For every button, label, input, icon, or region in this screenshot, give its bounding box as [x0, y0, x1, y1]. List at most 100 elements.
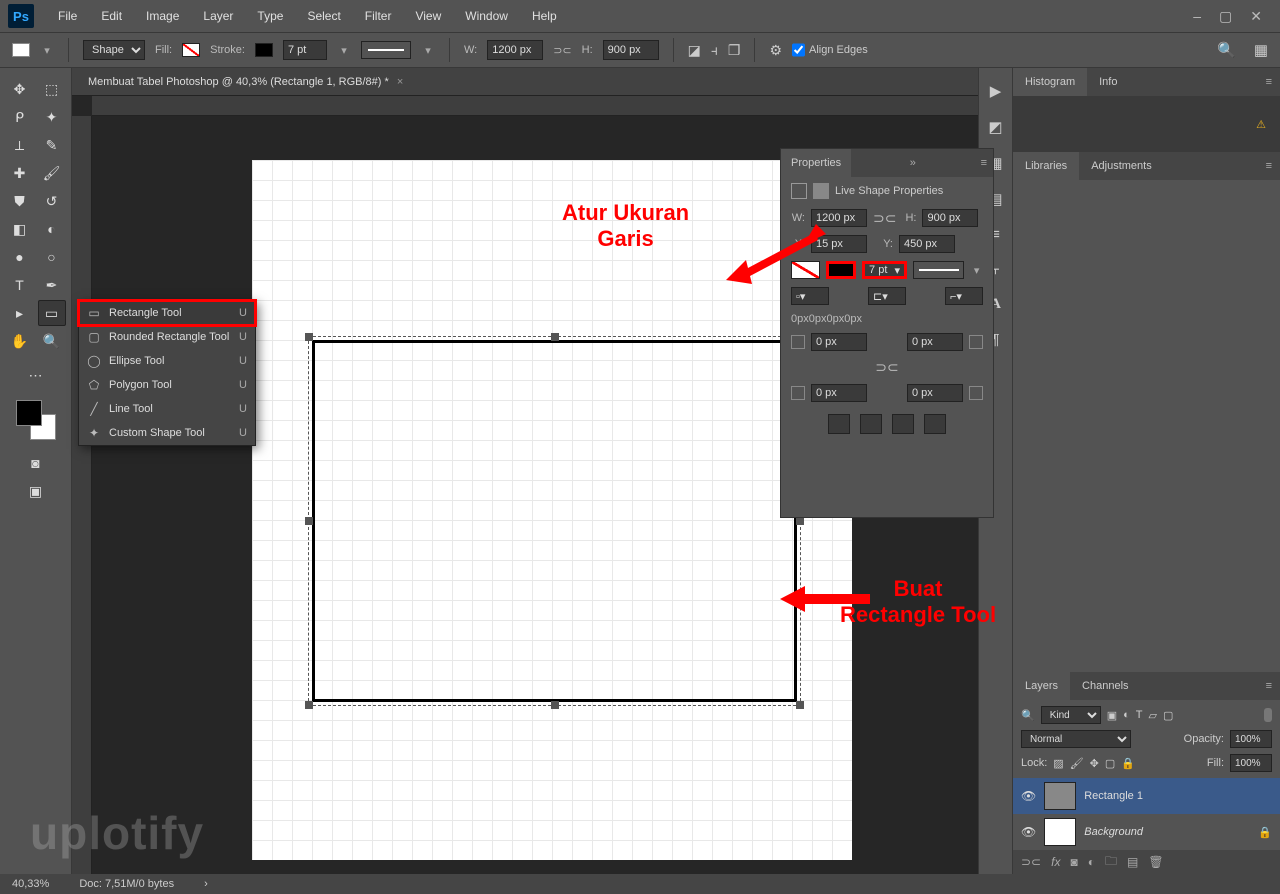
- wand-tool[interactable]: ✦: [38, 104, 66, 130]
- hand-tool[interactable]: ✋: [6, 328, 34, 354]
- flyout-polygon[interactable]: ⬠Polygon ToolU: [79, 373, 255, 397]
- pathop-exclude[interactable]: [924, 414, 946, 434]
- healing-tool[interactable]: ✚: [6, 160, 34, 186]
- flyout-custom-shape[interactable]: ✦Custom Shape ToolU: [79, 421, 255, 445]
- properties-panel[interactable]: Properties » ≡ Live Shape Properties W: …: [780, 148, 994, 518]
- type-tool[interactable]: T: [6, 272, 34, 298]
- filter-smart-icon[interactable]: ▢: [1163, 709, 1173, 722]
- pathop-intersect[interactable]: [892, 414, 914, 434]
- stamp-tool[interactable]: ⛊: [6, 188, 34, 214]
- link-wh-icon[interactable]: ⊃⊂: [553, 44, 571, 57]
- pathop-combine[interactable]: [828, 414, 850, 434]
- menu-help[interactable]: Help: [522, 5, 567, 27]
- prop-stroke-style[interactable]: [913, 261, 964, 279]
- tool-preset-icon[interactable]: [12, 43, 30, 57]
- corner-tr[interactable]: [907, 333, 963, 351]
- menu-type[interactable]: Type: [247, 5, 293, 27]
- brush-tool[interactable]: 🖌: [38, 160, 66, 186]
- panel-menu-icon[interactable]: ≡: [1258, 680, 1280, 692]
- history-brush-tool[interactable]: ↺: [38, 188, 66, 214]
- layer-filter-select[interactable]: Kind: [1041, 706, 1101, 724]
- gradient-tool[interactable]: ◐: [38, 216, 66, 242]
- menu-image[interactable]: Image: [136, 5, 189, 27]
- flyout-ellipse[interactable]: ◯Ellipse ToolU: [79, 349, 255, 373]
- adjustments-tab[interactable]: Adjustments: [1079, 152, 1164, 180]
- close-tab-icon[interactable]: ×: [397, 76, 403, 88]
- menu-layer[interactable]: Layer: [193, 5, 243, 27]
- close-button[interactable]: ✕: [1250, 8, 1262, 25]
- flyout-line[interactable]: ╱Line ToolU: [79, 397, 255, 421]
- stroke-caps[interactable]: ⊏▾: [868, 287, 906, 305]
- play-icon[interactable]: ▶: [990, 82, 1002, 100]
- corner-tl[interactable]: [811, 333, 867, 351]
- align-icon[interactable]: ⫞: [711, 42, 718, 59]
- group-icon[interactable]: 🗀: [1105, 852, 1117, 873]
- maximize-button[interactable]: ▢: [1219, 8, 1232, 25]
- filter-toggle[interactable]: [1264, 708, 1272, 722]
- shape-tool[interactable]: ▭: [38, 300, 66, 326]
- layer-item-background[interactable]: 👁 Background 🔒: [1013, 814, 1280, 850]
- menu-edit[interactable]: Edit: [91, 5, 132, 27]
- fill-swatch[interactable]: [182, 43, 200, 57]
- pen-tool[interactable]: ✒: [38, 272, 66, 298]
- menu-select[interactable]: Select: [297, 5, 350, 27]
- height-input[interactable]: [603, 40, 659, 60]
- prop-height-input[interactable]: [922, 209, 978, 227]
- link-corners-icon[interactable]: ⊃⊂: [875, 359, 898, 376]
- visibility-icon[interactable]: 👁: [1021, 825, 1036, 839]
- corner-bl[interactable]: [811, 384, 867, 402]
- filter-type-icon[interactable]: T: [1136, 709, 1143, 721]
- menu-window[interactable]: Window: [455, 5, 518, 27]
- eyedropper-tool[interactable]: ✎: [38, 132, 66, 158]
- menu-file[interactable]: File: [48, 5, 87, 27]
- link-icon[interactable]: ⊃⊂: [873, 210, 896, 227]
- menu-view[interactable]: View: [405, 5, 451, 27]
- crop-tool[interactable]: ⟂: [6, 132, 34, 158]
- pathop-subtract[interactable]: [860, 414, 882, 434]
- stroke-swatch[interactable]: [255, 43, 273, 57]
- zoom-tool[interactable]: 🔍: [38, 328, 66, 354]
- fill-opacity-input[interactable]: [1230, 754, 1272, 772]
- align-edges-checkbox[interactable]: [792, 40, 805, 60]
- path-select-tool[interactable]: ▸: [6, 300, 34, 326]
- adjustment-layer-icon[interactable]: ◐: [1088, 855, 1095, 869]
- stroke-corners[interactable]: ⌐▾: [945, 287, 983, 305]
- status-chevron[interactable]: ›: [204, 878, 208, 890]
- filter-adjust-icon[interactable]: ◐: [1123, 709, 1130, 721]
- menu-filter[interactable]: Filter: [355, 5, 402, 27]
- delete-layer-icon[interactable]: 🗑: [1148, 855, 1163, 869]
- move-tool[interactable]: ✥: [6, 76, 34, 102]
- panel-menu-icon[interactable]: ≡: [975, 157, 993, 169]
- path-ops-icon[interactable]: ◪: [688, 42, 701, 59]
- channels-tab[interactable]: Channels: [1070, 672, 1140, 700]
- lock-artboard-icon[interactable]: ▢: [1105, 757, 1115, 770]
- arrange-icon[interactable]: ❐: [728, 42, 741, 59]
- corner-br[interactable]: [907, 384, 963, 402]
- histogram-tab[interactable]: Histogram: [1013, 68, 1087, 96]
- collapse-icon[interactable]: »: [904, 157, 922, 169]
- libraries-tab[interactable]: Libraries: [1013, 152, 1079, 180]
- lock-position-icon[interactable]: ✥: [1090, 757, 1099, 770]
- dodge-tool[interactable]: ○: [38, 244, 66, 270]
- layers-tab[interactable]: Layers: [1013, 672, 1070, 700]
- gear-icon[interactable]: ⚙: [769, 42, 782, 59]
- flyout-rectangle[interactable]: ▭Rectangle ToolU: [79, 301, 255, 325]
- shape-mode-select[interactable]: Shape: [83, 40, 145, 60]
- marquee-tool[interactable]: ⬚: [38, 76, 66, 102]
- filter-image-icon[interactable]: ▣: [1107, 709, 1117, 722]
- zoom-level[interactable]: 40,33%: [12, 878, 49, 890]
- visibility-icon[interactable]: 👁: [1021, 789, 1036, 803]
- properties-tab[interactable]: Properties: [781, 149, 851, 177]
- link-layers-icon[interactable]: ⊃⊂: [1021, 855, 1041, 869]
- stroke-style-sample[interactable]: [361, 41, 411, 59]
- blur-tool[interactable]: ●: [6, 244, 34, 270]
- screen-mode[interactable]: ▣: [22, 478, 50, 504]
- stroke-width-input[interactable]: [283, 40, 327, 60]
- lock-all-icon[interactable]: 🔒: [1121, 757, 1135, 770]
- prop-y-input[interactable]: [899, 235, 955, 253]
- filter-shape-icon[interactable]: ▱: [1149, 709, 1157, 722]
- history-panel-icon[interactable]: ◩: [988, 118, 1002, 136]
- edit-toolbar[interactable]: ⋯: [22, 362, 50, 388]
- mask-icon[interactable]: ◙: [1070, 855, 1077, 869]
- lock-pixels-icon[interactable]: ▨: [1053, 757, 1063, 770]
